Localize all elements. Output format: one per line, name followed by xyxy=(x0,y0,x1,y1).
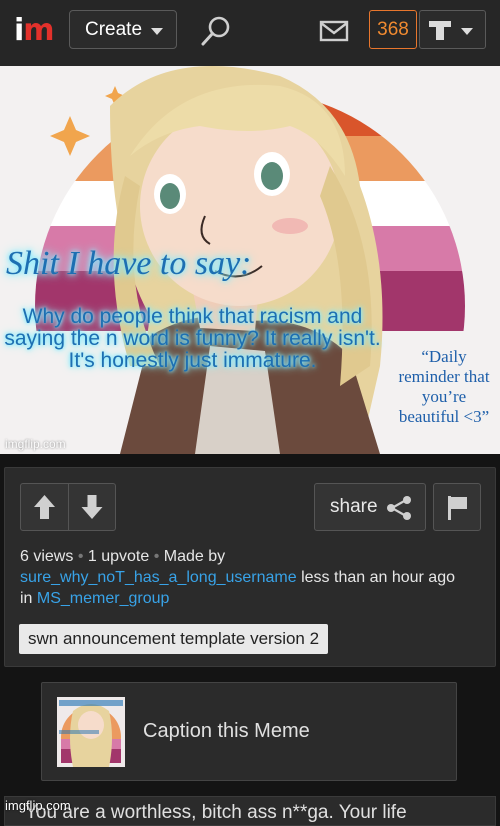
shirt-icon xyxy=(429,21,451,40)
caption-this-meme-card[interactable]: Caption this Meme xyxy=(41,682,457,781)
share-icon xyxy=(387,496,411,520)
post-time: less than an hour ago xyxy=(301,569,455,586)
top-navbar: im Create 368 xyxy=(0,0,500,66)
logo-letter-i: i xyxy=(14,13,24,48)
vote-buttons xyxy=(20,483,116,531)
search-icon[interactable] xyxy=(199,14,233,48)
create-button[interactable]: Create xyxy=(69,10,177,49)
mail-icon[interactable] xyxy=(319,20,349,42)
meme-body-text: Why do people think that racism and sayi… xyxy=(4,305,381,372)
upvote-count: 1 upvote xyxy=(87,548,150,565)
notification-count-badge[interactable]: 368 xyxy=(369,10,417,49)
meme-info-panel: share 6 views • 1 upvote • Made by sure_… xyxy=(4,467,496,667)
template-thumbnail xyxy=(57,697,125,767)
post-metadata: 6 views • 1 upvote • Made by sure_why_no… xyxy=(20,546,490,609)
meme-title-text: Shit I have to say: xyxy=(6,245,252,282)
author-link[interactable]: sure_why_noT_has_a_long_username xyxy=(20,569,297,586)
create-button-label: Create xyxy=(85,19,143,40)
caption-this-meme-label: Caption this Meme xyxy=(143,720,310,742)
share-button[interactable]: share xyxy=(314,483,426,531)
template-tag[interactable]: swn announcement template version 2 xyxy=(19,624,329,654)
user-menu-button[interactable] xyxy=(419,10,486,49)
downvote-arrow-icon[interactable] xyxy=(69,484,115,530)
views-count: 6 views xyxy=(20,548,74,565)
imgflip-watermark: imgflip.com xyxy=(5,437,66,451)
meta-separator: • xyxy=(153,548,160,565)
meme-quote-text: “Daily reminder that you’re beautiful <3… xyxy=(398,347,490,426)
comment-text: You are a worthless, bitch ass n**ga. Yo… xyxy=(25,802,407,823)
share-button-label: share xyxy=(330,496,378,517)
comment-preview: You are a worthless, bitch ass n**ga. Yo… xyxy=(4,796,496,826)
imgflip-watermark: imgflip.com xyxy=(5,798,71,813)
meme-image[interactable]: Shit I have to say: Why do people think … xyxy=(0,66,500,454)
logo-letter-m: m xyxy=(23,13,54,48)
imgflip-logo[interactable]: im xyxy=(14,13,55,48)
chevron-down-icon xyxy=(461,28,473,35)
upvote-arrow-icon[interactable] xyxy=(21,484,68,530)
template-thumbnail-art xyxy=(59,700,123,767)
chevron-down-icon xyxy=(151,28,163,35)
meta-separator: • xyxy=(77,548,84,565)
flag-button[interactable] xyxy=(433,483,481,531)
flag-icon xyxy=(448,496,467,520)
group-link[interactable]: MS_memer_group xyxy=(37,590,170,607)
in-label: in xyxy=(20,590,33,607)
made-by-label: Made by xyxy=(163,548,226,565)
